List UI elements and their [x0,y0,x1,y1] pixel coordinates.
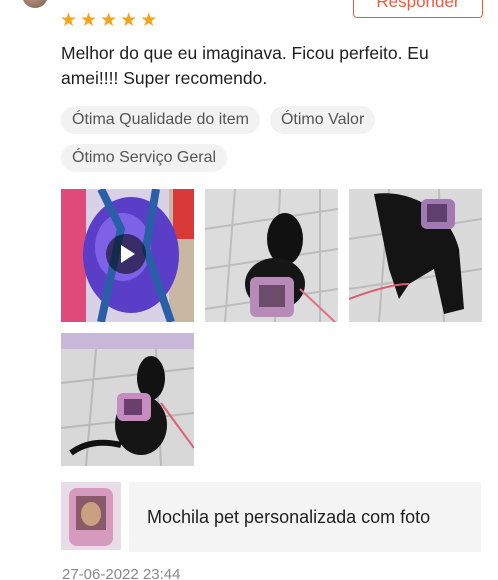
tag-chip: Ótimo Serviço Geral [61,144,228,172]
reply-button[interactable]: Responder [353,0,483,18]
star-icon: ★ [120,9,138,31]
reviewer-avatar [22,0,48,8]
review-photo[interactable] [61,333,194,466]
product-card[interactable]: Mochila pet personalizada com foto [61,482,481,554]
tag-chip: Ótima Qualidade do item [61,106,260,134]
product-thumbnail [61,482,121,550]
review-timestamp: 27-06-2022 23:44 [62,566,181,580]
dog-photo-image [61,333,194,466]
star-icon: ★ [140,9,158,31]
star-icon: ★ [60,9,78,31]
review-text: Melhor do que eu imaginava. Ficou perfei… [61,43,429,88]
tag-chip: Ótimo Valor [269,106,376,134]
dog-photo-image [349,189,482,322]
review-photo[interactable] [205,189,338,322]
play-icon[interactable] [106,234,146,274]
dog-photo-image [205,189,338,322]
star-rating: ★ ★ ★ ★ ★ [60,10,157,30]
review-photo[interactable] [349,189,482,322]
star-icon: ★ [80,9,98,31]
product-name[interactable]: Mochila pet personalizada com foto [129,482,481,552]
star-icon: ★ [100,9,118,31]
review-tags: Ótima Qualidade do item Ótimo Valor Ótim… [61,106,481,172]
review-video-thumbnail[interactable] [61,189,194,322]
